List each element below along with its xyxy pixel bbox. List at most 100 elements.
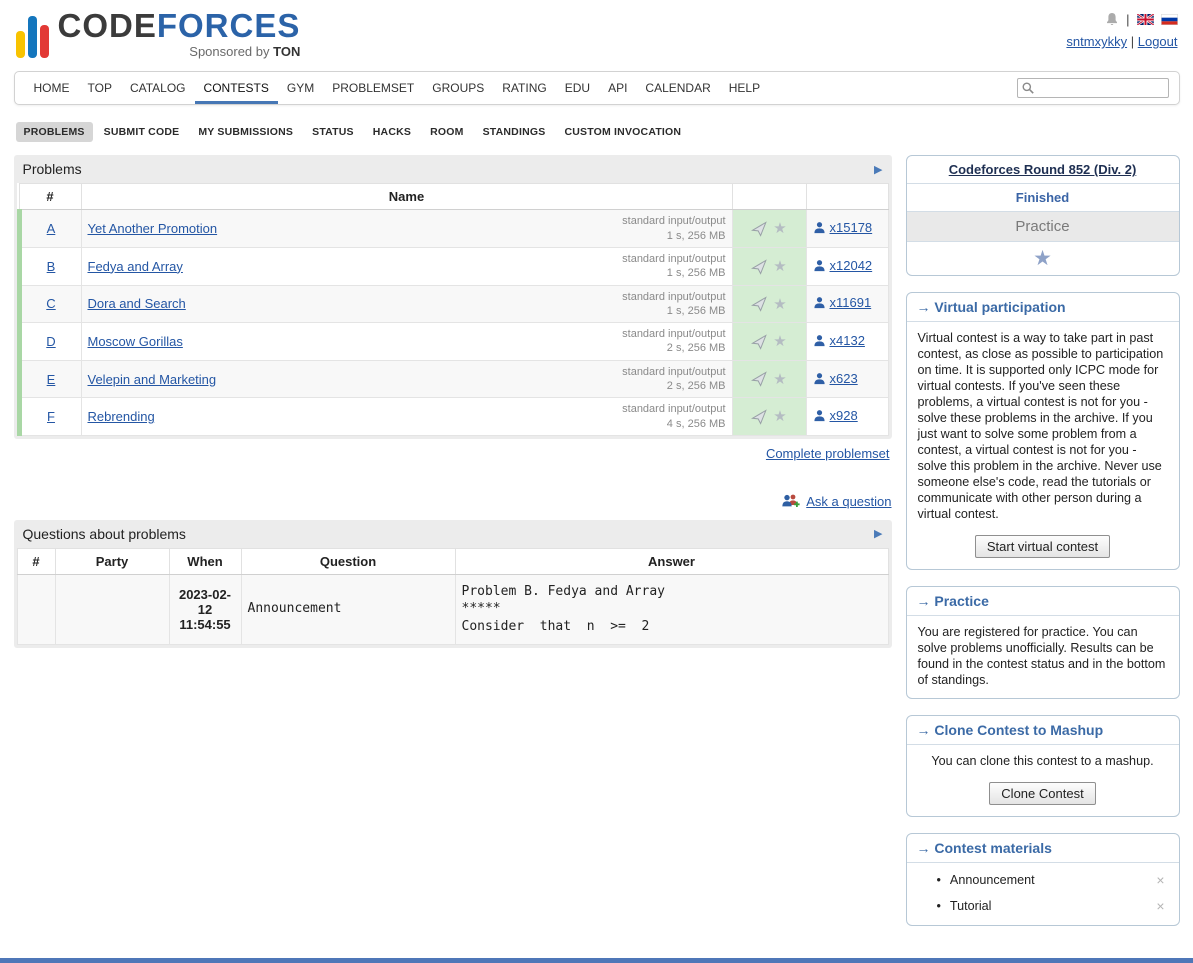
problem-index-link[interactable]: E [47, 372, 56, 387]
problem-row: B Fedya and Arraystandard input/output1 … [19, 247, 888, 285]
favorite-star-icon[interactable]: ★ [773, 408, 786, 425]
problem-name-link[interactable]: Yet Another Promotion [88, 221, 218, 236]
problem-name-link[interactable]: Dora and Search [88, 296, 186, 311]
tab-my-submissions[interactable]: MY SUBMISSIONS [190, 122, 301, 142]
solved-count-link[interactable]: x15178 [813, 220, 873, 235]
close-icon[interactable]: × [1156, 899, 1164, 913]
nav-edu[interactable]: EDU [556, 72, 599, 104]
nav-problemset[interactable]: PROBLEMSET [323, 72, 423, 104]
questions-table: # Party When Question Answer 2023-02-12 … [17, 548, 889, 645]
person-icon [813, 372, 826, 385]
problem-constraints: standard input/output1 s, 256 MB [622, 214, 725, 243]
submit-plane-icon[interactable] [751, 259, 767, 275]
submit-plane-icon[interactable] [751, 409, 767, 425]
problem-index-link[interactable]: B [47, 259, 56, 274]
contest-favorite-star-icon[interactable]: ★ [1033, 247, 1052, 270]
nav-catalog[interactable]: CATALOG [121, 72, 195, 104]
favorite-star-icon[interactable]: ★ [773, 220, 786, 237]
problem-name-link[interactable]: Fedya and Array [88, 259, 183, 274]
favorite-star-icon[interactable]: ★ [773, 258, 786, 275]
nav-calendar[interactable]: CALENDAR [636, 72, 719, 104]
start-virtual-contest-button[interactable]: Start virtual contest [975, 535, 1110, 558]
material-announcement-link[interactable]: Announcement [950, 873, 1035, 887]
nav-contests[interactable]: CONTESTS [195, 72, 278, 104]
questions-col-index: # [17, 548, 55, 574]
tab-submit-code[interactable]: SUBMIT CODE [96, 122, 188, 142]
bell-icon[interactable] [1105, 12, 1119, 27]
nav-groups[interactable]: GROUPS [423, 72, 493, 104]
problem-constraints: standard input/output2 s, 256 MB [622, 365, 725, 394]
questions-col-party: Party [55, 548, 169, 574]
flag-ru-icon[interactable] [1161, 14, 1178, 25]
tab-hacks[interactable]: HACKS [365, 122, 419, 142]
tab-standings[interactable]: STANDINGS [475, 122, 554, 142]
questions-caption: Questions about problems [23, 526, 186, 542]
ask-question-icon [781, 493, 800, 510]
problem-index-link[interactable]: F [47, 409, 55, 424]
ask-question-link[interactable]: Ask a question [806, 494, 891, 509]
solved-count-link[interactable]: x4132 [813, 333, 865, 348]
solved-count-link[interactable]: x928 [813, 408, 858, 423]
clone-mashup-text: You can clone this contest to a mashup. [907, 745, 1179, 779]
problem-name-link[interactable]: Moscow Gorillas [88, 334, 183, 349]
contest-mode: Practice [1015, 218, 1069, 235]
search-box [1017, 78, 1169, 98]
problem-row: F Rebrendingstandard input/output4 s, 25… [19, 398, 888, 436]
problem-constraints: standard input/output2 s, 256 MB [622, 327, 725, 356]
username-link[interactable]: sntmxykky [1066, 34, 1127, 49]
questions-section: Questions about problems ▶ # Party When … [14, 520, 892, 648]
footer-top-bar [0, 958, 1193, 963]
tab-status[interactable]: STATUS [304, 122, 362, 142]
problems-expand-arrow-icon[interactable]: ▶ [874, 163, 882, 176]
nav-gym[interactable]: GYM [278, 72, 323, 104]
favorite-star-icon[interactable]: ★ [773, 371, 786, 388]
search-input[interactable] [1017, 78, 1169, 98]
tab-custom-invocation[interactable]: CUSTOM INVOCATION [556, 122, 689, 142]
problem-name-link[interactable]: Rebrending [88, 409, 155, 424]
solved-count-link[interactable]: x12042 [813, 258, 873, 273]
logo-bars-icon [16, 15, 49, 59]
problem-index-link[interactable]: A [47, 221, 56, 236]
solved-count-link[interactable]: x623 [813, 371, 858, 386]
contest-materials-title: → Contest materials [907, 834, 1179, 863]
material-tutorial-link[interactable]: Tutorial [950, 899, 992, 913]
problem-index-link[interactable]: D [46, 334, 55, 349]
solved-count-link[interactable]: x11691 [813, 295, 872, 310]
problem-index-link[interactable]: C [46, 296, 55, 311]
virtual-participation-title: → Virtual participation [907, 293, 1179, 322]
tab-problems[interactable]: PROBLEMS [16, 122, 93, 142]
sponsored-by-ton: Sponsored by TON [58, 44, 301, 59]
favorite-star-icon[interactable]: ★ [773, 296, 786, 313]
submit-plane-icon[interactable] [751, 334, 767, 350]
contest-info-box: Codeforces Round 852 (Div. 2) Finished P… [906, 155, 1180, 276]
logout-link[interactable]: Logout [1138, 34, 1178, 49]
problem-name-link[interactable]: Velepin and Marketing [88, 372, 217, 387]
flag-uk-icon[interactable] [1137, 14, 1154, 25]
submit-plane-icon[interactable] [751, 371, 767, 387]
nav-rating[interactable]: RATING [493, 72, 555, 104]
problem-row: D Moscow Gorillas standard input/output2 … [19, 323, 888, 361]
tab-room[interactable]: ROOM [422, 122, 471, 142]
complete-problemset-link[interactable]: Complete problemset [766, 446, 890, 461]
question-text: Announcement [241, 574, 455, 644]
submit-plane-icon[interactable] [751, 296, 767, 312]
site-header: CODEFORCES Sponsored by TON | sntmxykky … [14, 6, 1180, 59]
nav-top[interactable]: TOP [79, 72, 121, 104]
person-icon [813, 334, 826, 347]
nav-home[interactable]: HOME [25, 72, 79, 104]
problems-section: Problems ▶ # Name A [14, 155, 892, 439]
question-index [17, 574, 55, 644]
codeforces-logo[interactable]: CODEFORCES Sponsored by TON [16, 10, 301, 59]
submit-plane-icon[interactable] [751, 221, 767, 237]
person-icon [813, 409, 826, 422]
favorite-star-icon[interactable]: ★ [773, 333, 786, 350]
contest-title-link[interactable]: Codeforces Round 852 (Div. 2) [949, 162, 1137, 177]
close-icon[interactable]: × [1156, 873, 1164, 887]
questions-col-question: Question [241, 548, 455, 574]
question-when: 2023-02-12 11:54:55 [169, 574, 241, 644]
clone-contest-button[interactable]: Clone Contest [989, 782, 1095, 805]
nav-api[interactable]: API [599, 72, 636, 104]
questions-expand-arrow-icon[interactable]: ▶ [874, 527, 882, 540]
nav-help[interactable]: HELP [720, 72, 769, 104]
problems-col-index: # [19, 184, 81, 210]
